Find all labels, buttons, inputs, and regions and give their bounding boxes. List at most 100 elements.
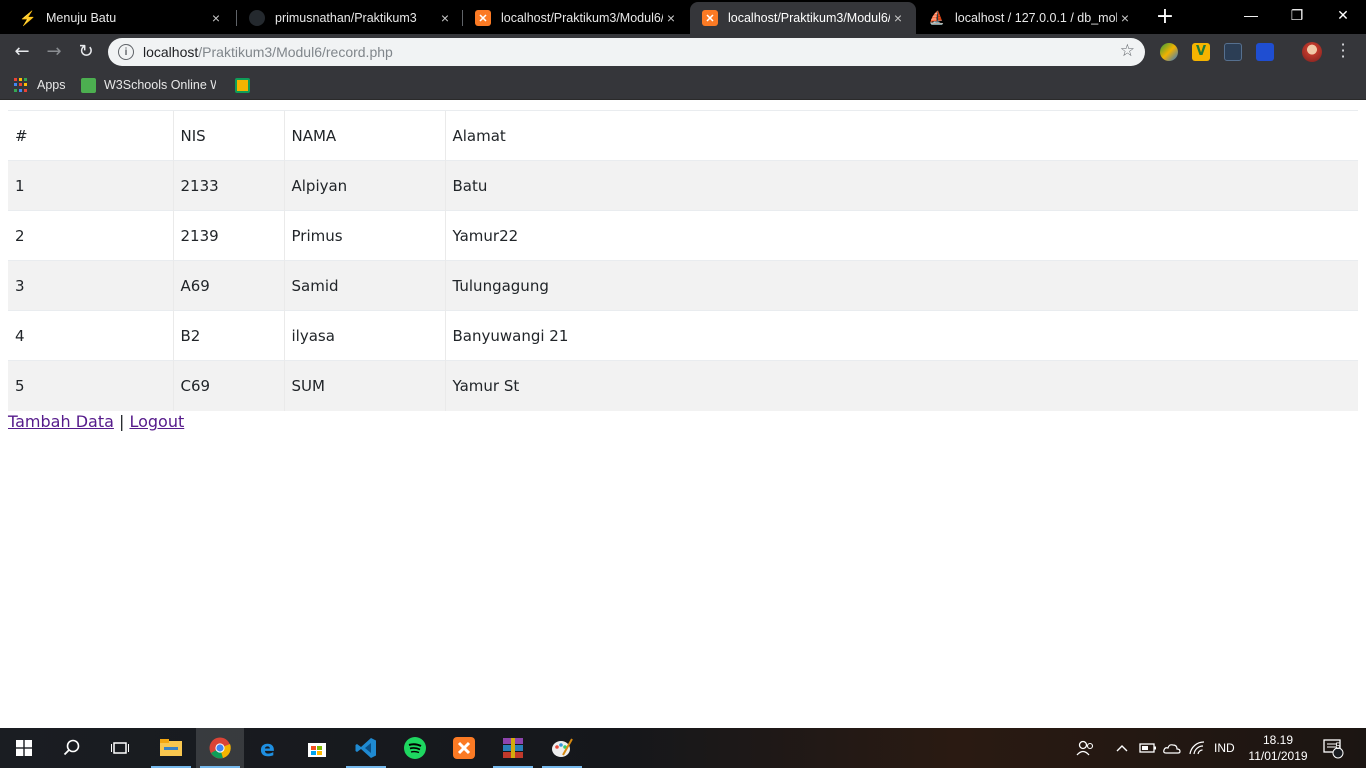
close-tab-icon[interactable]: ×	[437, 10, 453, 26]
xampp-icon[interactable]	[440, 728, 488, 768]
table-row: 2 2139 Primus Yamur22	[8, 210, 1358, 261]
spotify-icon[interactable]	[391, 728, 439, 768]
menu-kebab-icon[interactable]: · · ·	[1336, 37, 1350, 65]
cell-nis: A69	[172, 260, 284, 311]
close-tab-icon[interactable]: ×	[1117, 10, 1133, 26]
phpmyadmin-icon: ⛵	[928, 10, 946, 25]
tab-localhost-active[interactable]: ✕ localhost/Praktikum3/Modul6/ ×	[690, 2, 916, 34]
cell-number: 5	[8, 360, 173, 411]
header-nis: NIS	[172, 110, 284, 161]
table-row: 4 B2 ilyasa Banyuwangi 21	[8, 310, 1358, 361]
link-separator: |	[113, 412, 130, 431]
search-icon[interactable]	[48, 728, 96, 768]
paint-icon[interactable]	[538, 728, 586, 768]
xampp-icon: ✕	[475, 10, 491, 26]
extension-icon[interactable]	[1256, 43, 1274, 61]
bookmark-star-icon[interactable]: ☆	[1120, 41, 1135, 61]
tab-localhost-1[interactable]: ✕ localhost/Praktikum3/Modul6/ ×	[463, 2, 689, 34]
svg-text:e: e	[260, 737, 275, 759]
cell-number: 4	[8, 310, 173, 361]
bookmarks-bar: Apps W3Schools Online W	[0, 70, 1366, 100]
tab-strip: ⚡ Menuju Batu × primusnathan/Praktikum3 …	[0, 0, 1366, 34]
clock-date: 11/01/2019	[1248, 749, 1308, 763]
close-tab-icon[interactable]: ×	[890, 10, 906, 26]
people-icon[interactable]	[1076, 728, 1094, 768]
file-explorer-icon[interactable]	[147, 728, 195, 768]
wifi-icon[interactable]	[1188, 728, 1206, 768]
header-nama: NAMA	[283, 110, 445, 161]
close-tab-icon[interactable]: ×	[208, 10, 224, 26]
records-table: # NIS NAMA Alamat 1 2133 Alpiyan Batu 2 …	[8, 110, 1358, 411]
cell-nama: Samid	[283, 260, 445, 311]
forward-arrow-icon[interactable]: →	[42, 41, 66, 63]
cell-nama: SUM	[283, 360, 445, 411]
extension-icon[interactable]	[1224, 43, 1242, 61]
action-center-icon[interactable]: 5	[1322, 728, 1344, 768]
lightning-icon: ⚡	[19, 9, 37, 26]
cell-nis: 2133	[172, 160, 284, 211]
cell-alamat: Banyuwangi 21	[444, 310, 1358, 361]
back-arrow-icon[interactable]: ←	[10, 41, 34, 63]
reload-icon[interactable]: ↻	[74, 41, 98, 63]
windows-start-icon[interactable]	[0, 728, 48, 768]
add-data-link[interactable]: Tambah Data	[8, 412, 114, 431]
info-icon[interactable]: i	[118, 44, 134, 60]
bookmark-w3schools[interactable]: W3Schools Online W	[81, 76, 216, 94]
new-tab-button[interactable]: +	[1153, 6, 1177, 30]
tab-github[interactable]: primusnathan/Praktikum3 ×	[237, 2, 463, 34]
store-icon[interactable]	[293, 728, 341, 768]
vscode-icon[interactable]	[342, 728, 390, 768]
tab-title: localhost/Praktikum3/Modul6/	[728, 11, 890, 25]
cell-number: 1	[8, 160, 173, 211]
cell-number: 3	[8, 260, 173, 311]
chrome-icon[interactable]	[196, 728, 244, 768]
tab-title: localhost/Praktikum3/Modul6/	[501, 11, 663, 25]
url-path: /Praktikum3/Modul6/record.php	[198, 44, 393, 60]
cell-nama: Alpiyan	[283, 160, 445, 211]
vimeo-extension-icon[interactable]: V	[1192, 43, 1210, 61]
cell-alamat: Yamur22	[444, 210, 1358, 261]
profile-avatar[interactable]	[1302, 42, 1322, 62]
logout-link[interactable]: Logout	[129, 412, 184, 431]
winrar-icon[interactable]	[489, 728, 537, 768]
task-view-icon[interactable]	[96, 728, 144, 768]
cell-nama: ilyasa	[283, 310, 445, 361]
language-indicator[interactable]: IND	[1214, 728, 1235, 768]
table-row: 3 A69 Samid Tulungagung	[8, 260, 1358, 311]
close-tab-icon[interactable]: ×	[663, 10, 679, 26]
extension-icon[interactable]	[1160, 43, 1178, 61]
cell-nis: B2	[172, 310, 284, 361]
bookmark-classroom[interactable]	[235, 76, 250, 94]
system-clock[interactable]: 18.19 11/01/2019	[1244, 732, 1312, 764]
clock-time: 18.19	[1262, 733, 1294, 747]
onedrive-icon[interactable]	[1163, 728, 1181, 768]
tab-title: primusnathan/Praktikum3	[275, 11, 417, 25]
battery-icon[interactable]	[1139, 728, 1157, 768]
close-window-button[interactable]: ✕	[1320, 0, 1366, 30]
table-header-row: # NIS NAMA Alamat	[8, 110, 1358, 161]
xampp-icon: ✕	[702, 10, 718, 26]
classroom-icon	[235, 77, 250, 93]
cell-number: 2	[8, 210, 173, 261]
bookmark-label: Apps	[37, 78, 66, 92]
tab-menuju-batu[interactable]: ⚡ Menuju Batu ×	[8, 2, 234, 34]
github-icon	[249, 10, 265, 26]
cell-alamat: Tulungagung	[444, 260, 1358, 311]
edge-icon[interactable]: e	[245, 728, 293, 768]
bookmark-apps[interactable]: Apps	[14, 76, 66, 94]
chevron-up-icon[interactable]	[1116, 728, 1128, 768]
notification-count: 5	[1335, 741, 1341, 751]
table-row: 5 C69 SUM Yamur St	[8, 360, 1358, 411]
minimize-button[interactable]: —	[1228, 0, 1274, 30]
tab-phpmyadmin[interactable]: ⛵ localhost / 127.0.0.1 / db_mokl ×	[917, 2, 1143, 34]
address-bar[interactable]: i localhost/Praktikum3/Modul6/record.php…	[108, 38, 1145, 66]
tab-title: Menuju Batu	[46, 11, 117, 25]
bookmark-label: W3Schools Online W	[104, 78, 216, 92]
maximize-button[interactable]: ❐	[1274, 0, 1320, 30]
page-content: # NIS NAMA Alamat 1 2133 Alpiyan Batu 2 …	[0, 101, 1366, 728]
table-row: 1 2133 Alpiyan Batu	[8, 160, 1358, 211]
cell-alamat: Batu	[444, 160, 1358, 211]
header-number: #	[8, 110, 173, 161]
cell-alamat: Yamur St	[444, 360, 1358, 411]
cell-nama: Primus	[283, 210, 445, 261]
